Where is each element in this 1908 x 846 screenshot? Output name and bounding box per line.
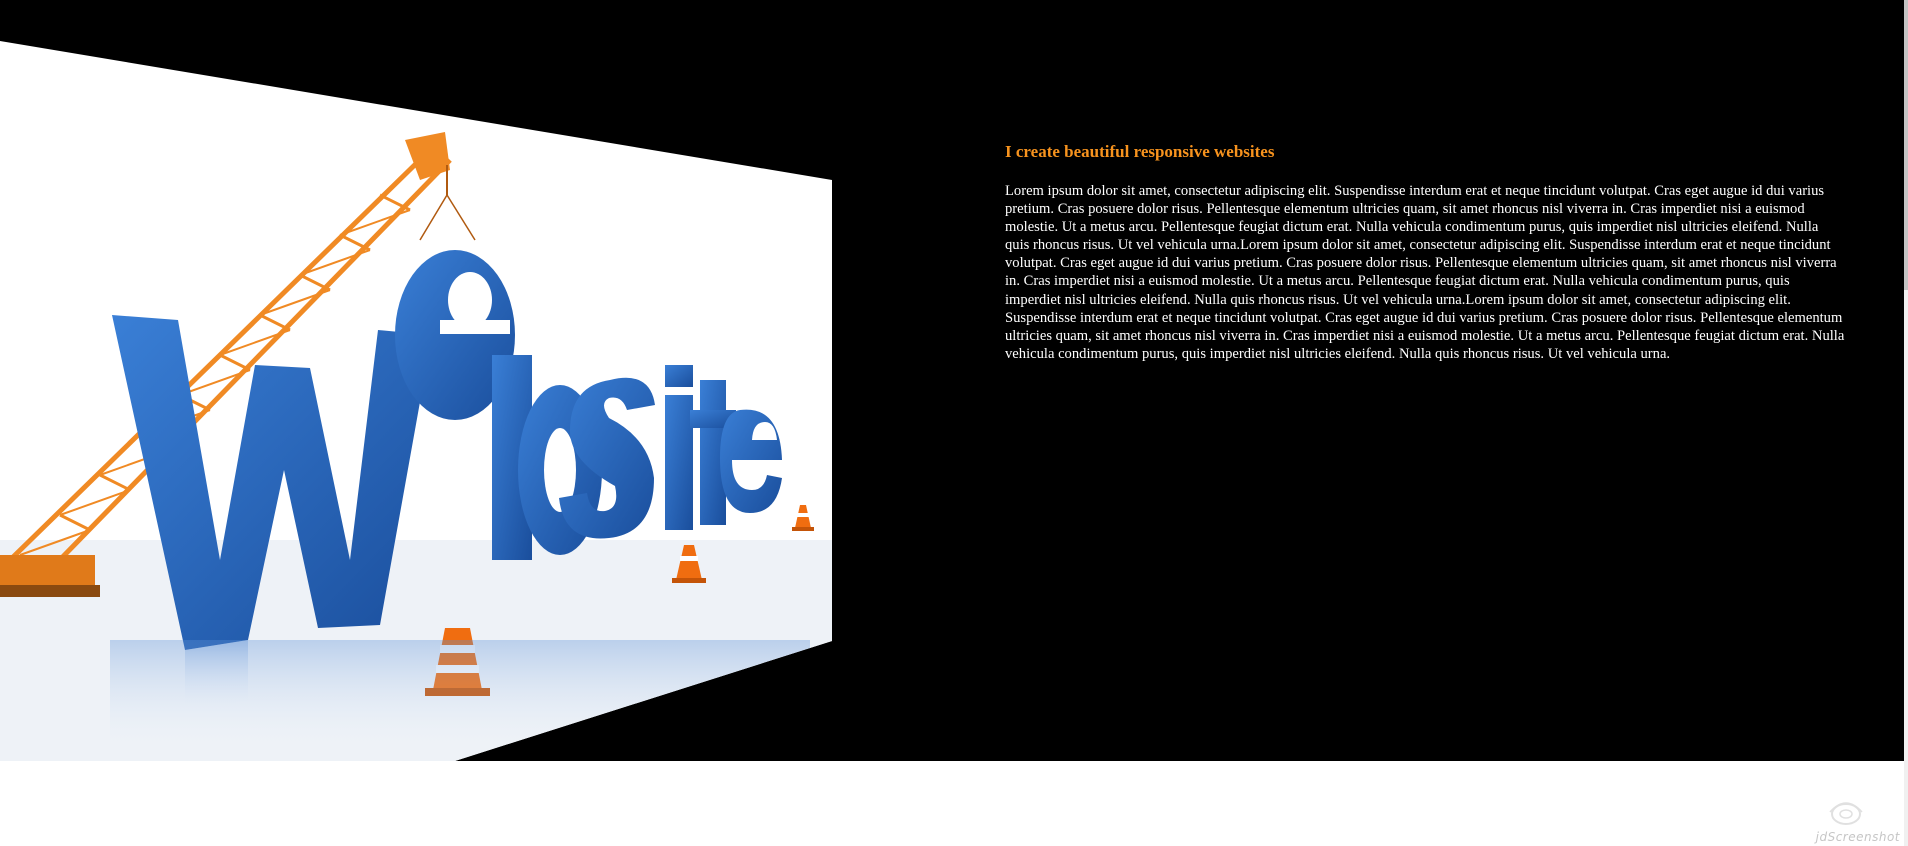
vertical-scrollbar[interactable] (1904, 0, 1908, 846)
letter-reflection (110, 640, 810, 761)
website-construction-image (0, 41, 832, 761)
intro-text-block: I create beautiful responsive websites L… (1005, 142, 1845, 363)
hero-section: I create beautiful responsive websites L… (0, 0, 1904, 761)
intro-heading: I create beautiful responsive websites (1005, 142, 1275, 161)
intro-paragraph: Lorem ipsum dolor sit amet, consectetur … (1005, 183, 1845, 362)
scrollbar-thumb[interactable] (1904, 0, 1908, 290)
watermark-text: jdScreenshot (1815, 830, 1900, 844)
